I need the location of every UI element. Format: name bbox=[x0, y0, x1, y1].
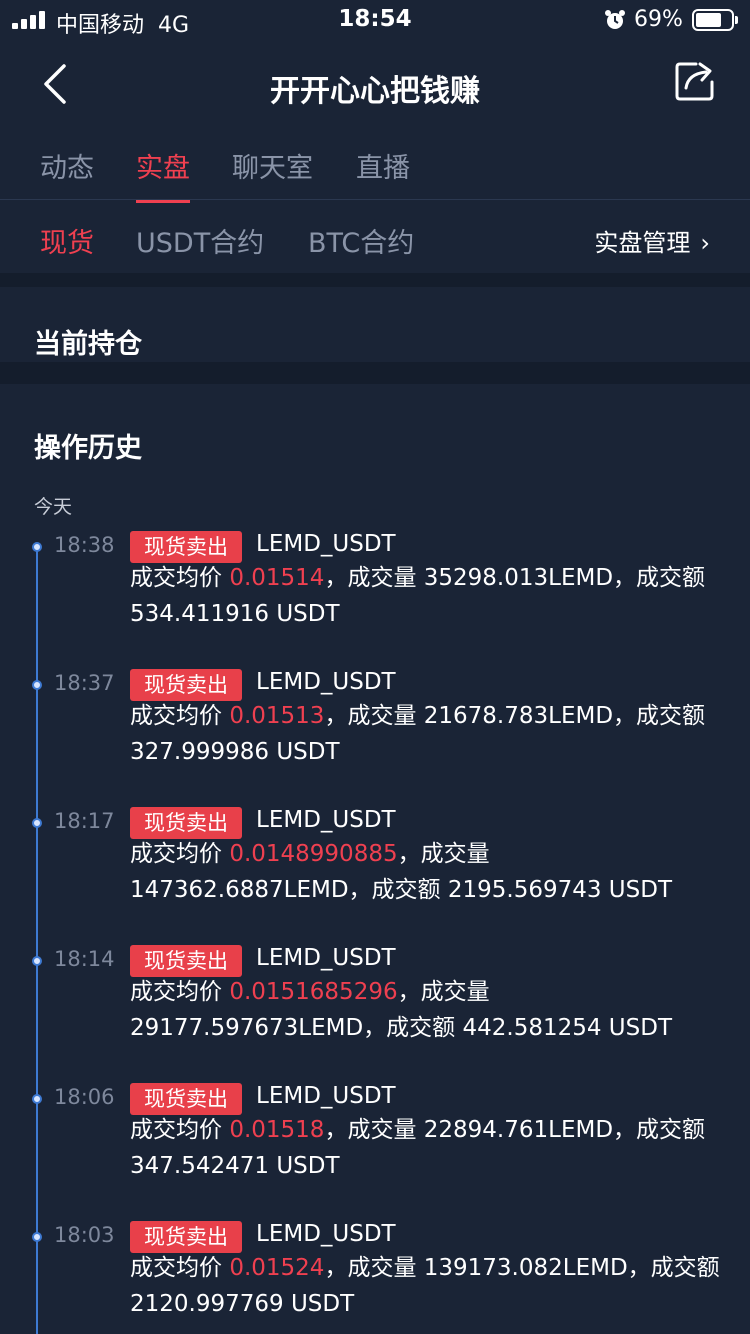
group-label: 今天 bbox=[34, 496, 73, 518]
price-label: 成交均价 bbox=[130, 979, 222, 1005]
entry-detail: 成交均价 0.0151685296，成交量 29177.597673LEMD，成… bbox=[130, 974, 720, 1046]
alarm-icon bbox=[605, 10, 625, 29]
page-title: 开开心心把钱赚 bbox=[270, 74, 480, 109]
entry-detail: 成交均价 0.01518，成交量 22894.761LEMD，成交额 347.5… bbox=[130, 1112, 720, 1184]
tab-spot[interactable]: 现货 bbox=[40, 221, 94, 280]
entry-time: 18:17 bbox=[54, 809, 115, 833]
tab-shipan[interactable]: 实盘 bbox=[136, 146, 190, 203]
entry-time: 18:38 bbox=[54, 533, 115, 557]
timeline-dot bbox=[32, 956, 42, 966]
history-title: 操作历史 bbox=[34, 433, 142, 464]
trading-pair: LEMD_USDT bbox=[256, 669, 396, 695]
trading-pair: LEMD_USDT bbox=[256, 945, 396, 971]
action-badge: 现货卖出 bbox=[130, 1083, 242, 1115]
timeline-dot bbox=[32, 542, 42, 552]
tab-btc-contract[interactable]: BTC合约 bbox=[308, 221, 414, 260]
entry-detail: 成交均价 0.0148990885，成交量 147362.6887LEMD，成交… bbox=[130, 836, 720, 908]
timeline-dot bbox=[32, 1094, 42, 1104]
entry-time: 18:06 bbox=[54, 1085, 115, 1109]
battery-percent: 69% bbox=[634, 7, 683, 32]
tab-live[interactable]: 直播 bbox=[356, 146, 410, 185]
timeline-dot bbox=[32, 680, 42, 690]
avg-price: 0.0148990885 bbox=[229, 841, 398, 867]
manage-label: 实盘管理 bbox=[594, 229, 691, 257]
list-item[interactable]: 18:14 现货卖出 LEMD_USDT 成交均价 0.0151685296，成… bbox=[0, 945, 750, 1085]
tab-chatroom[interactable]: 聊天室 bbox=[232, 146, 313, 185]
list-item[interactable]: 18:37 现货卖出 LEMD_USDT 成交均价 0.01513，成交量 21… bbox=[0, 669, 750, 809]
trading-pair: LEMD_USDT bbox=[256, 1083, 396, 1109]
trading-pair: LEMD_USDT bbox=[256, 531, 396, 557]
nav-bar: 开开心心把钱赚 bbox=[0, 40, 750, 128]
tab-dongtai[interactable]: 动态 bbox=[40, 146, 94, 185]
entry-detail: 成交均价 0.01513，成交量 21678.783LEMD，成交额 327.9… bbox=[130, 698, 720, 770]
action-badge: 现货卖出 bbox=[130, 531, 242, 563]
manage-link[interactable]: 实盘管理 › bbox=[594, 223, 710, 258]
list-item[interactable]: 18:38 现货卖出 LEMD_USDT 成交均价 0.01514，成交量 35… bbox=[0, 531, 750, 671]
chevron-right-icon: › bbox=[700, 229, 710, 257]
avg-price: 0.01518 bbox=[229, 1117, 325, 1143]
list-item[interactable]: 18:03 现货卖出 LEMD_USDT 成交均价 0.01524，成交量 13… bbox=[0, 1221, 750, 1334]
divider bbox=[0, 362, 750, 384]
list-item[interactable]: 18:17 现货卖出 LEMD_USDT 成交均价 0.0148990885，成… bbox=[0, 807, 750, 947]
price-label: 成交均价 bbox=[130, 565, 222, 591]
entry-detail: 成交均价 0.01514，成交量 35298.013LEMD，成交额 534.4… bbox=[130, 560, 720, 632]
holdings-title: 当前持仓 bbox=[34, 329, 142, 360]
avg-price: 0.01524 bbox=[229, 1255, 325, 1281]
avg-price: 0.01513 bbox=[229, 703, 325, 729]
action-badge: 现货卖出 bbox=[130, 1221, 242, 1253]
price-label: 成交均价 bbox=[130, 1255, 222, 1281]
entry-time: 18:03 bbox=[54, 1223, 115, 1247]
trading-pair: LEMD_USDT bbox=[256, 1221, 396, 1247]
entry-detail: 成交均价 0.01524，成交量 139173.082LEMD，成交额 2120… bbox=[130, 1250, 720, 1322]
price-label: 成交均价 bbox=[130, 841, 222, 867]
action-badge: 现货卖出 bbox=[130, 669, 242, 701]
top-tabs: 动态 实盘 聊天室 直播 bbox=[0, 128, 750, 203]
timeline-dot bbox=[32, 818, 42, 828]
entry-time: 18:14 bbox=[54, 947, 115, 971]
avg-price: 0.01514 bbox=[229, 565, 325, 591]
avg-price: 0.0151685296 bbox=[229, 979, 398, 1005]
entry-time: 18:37 bbox=[54, 671, 115, 695]
action-badge: 现货卖出 bbox=[130, 945, 242, 977]
timeline-dot bbox=[32, 1232, 42, 1242]
share-icon[interactable] bbox=[672, 58, 718, 104]
tab-usdt-contract[interactable]: USDT合约 bbox=[136, 221, 264, 260]
price-label: 成交均价 bbox=[130, 1117, 222, 1143]
list-item[interactable]: 18:06 现货卖出 LEMD_USDT 成交均价 0.01518，成交量 22… bbox=[0, 1083, 750, 1223]
action-badge: 现货卖出 bbox=[130, 807, 242, 839]
status-bar: 中国移动 4G 18:54 69% bbox=[0, 0, 750, 40]
price-label: 成交均价 bbox=[130, 703, 222, 729]
battery-icon bbox=[692, 9, 738, 31]
divider bbox=[0, 273, 750, 287]
sub-tabs: 现货 USDT合约 BTC合约 实盘管理 › bbox=[0, 201, 750, 280]
trading-pair: LEMD_USDT bbox=[256, 807, 396, 833]
